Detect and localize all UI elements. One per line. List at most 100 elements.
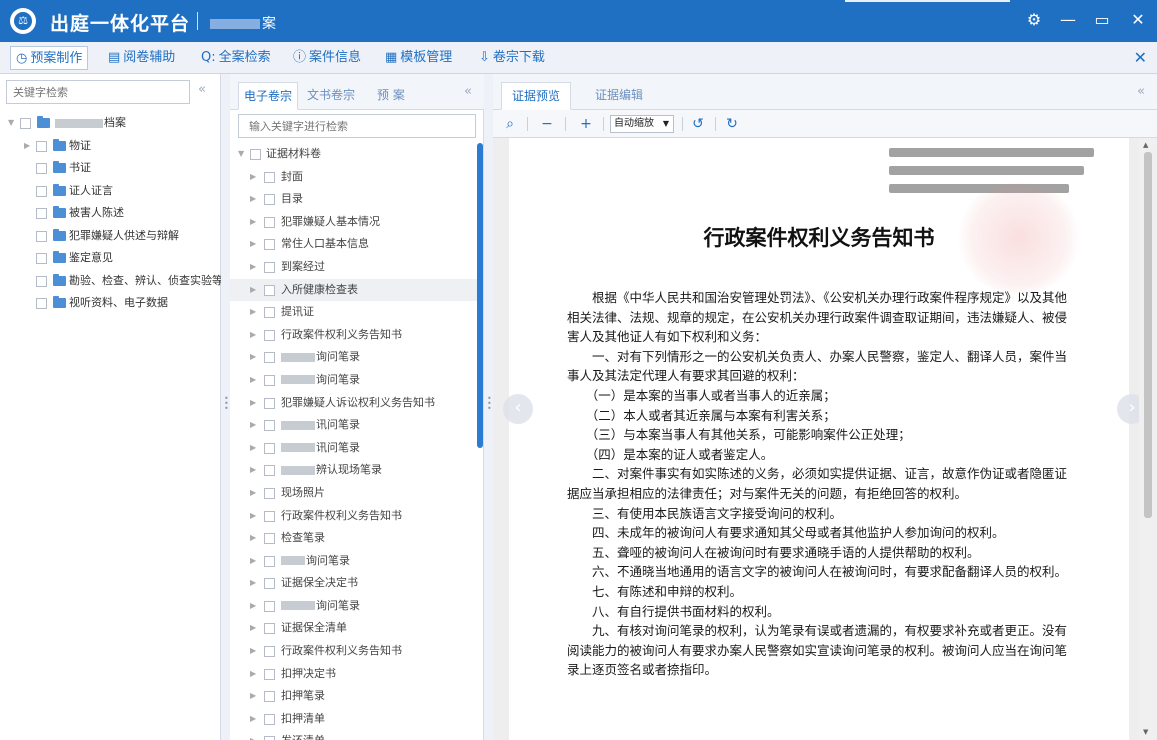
zoom-select[interactable]: 自动缩放 ▼ xyxy=(610,115,674,133)
checkbox[interactable] xyxy=(264,420,275,432)
list-item[interactable]: ▶ 询问笔录 xyxy=(230,346,478,369)
tree-item[interactable]: 视听资料、电子数据 xyxy=(0,292,221,315)
expand-right-icon[interactable]: ▶ xyxy=(250,369,256,392)
document-scrollbar[interactable]: ▲ ▼ xyxy=(1139,138,1157,740)
expand-down-icon[interactable]: ▼ xyxy=(238,143,244,166)
list-item[interactable]: ▶ 询问笔录 xyxy=(230,369,478,392)
list-item[interactable]: ▶ 犯罪嫌疑人诉讼权利义务告知书 xyxy=(230,392,478,415)
list-item[interactable]: ▶ 犯罪嫌疑人基本情况 xyxy=(230,211,478,234)
close-tab-icon[interactable]: ✕ xyxy=(1134,48,1147,68)
checkbox[interactable] xyxy=(264,261,275,273)
checkbox[interactable] xyxy=(264,284,275,296)
expand-right-icon[interactable]: ▶ xyxy=(250,437,256,460)
settings-icon[interactable]: ⚙ xyxy=(1021,8,1047,32)
checkbox[interactable] xyxy=(264,194,275,206)
list-item[interactable]: ▶ 行政案件权利义务告知书 xyxy=(230,640,478,663)
list-item[interactable]: ▶ 封面 xyxy=(230,166,478,189)
expand-right-icon[interactable]: ▶ xyxy=(250,233,256,256)
collapse-left-icon[interactable]: « xyxy=(198,82,206,97)
prev-page-button[interactable]: ‹ xyxy=(503,394,533,424)
expand-right-icon[interactable]: ▶ xyxy=(250,211,256,234)
checkbox[interactable] xyxy=(264,171,275,183)
checkbox[interactable] xyxy=(264,397,275,409)
tab-evidence-preview[interactable]: 证据预览 xyxy=(501,82,572,110)
tree-item[interactable]: 勘验、检查、辨认、侦查实验等 xyxy=(0,270,221,293)
tab-template-manage[interactable]: ▦ 模板管理 xyxy=(380,46,457,70)
expand-right-icon[interactable]: ▶ xyxy=(250,505,256,528)
close-window-button[interactable]: ✕ xyxy=(1125,8,1151,32)
list-item[interactable]: ▶ 扣押决定书 xyxy=(230,663,478,686)
minimize-button[interactable]: — xyxy=(1055,8,1081,32)
tree-item[interactable]: ▶ 物证 xyxy=(0,135,221,158)
checkbox[interactable] xyxy=(36,275,47,287)
tree-item[interactable]: 证人证言 xyxy=(0,180,221,203)
checkbox[interactable] xyxy=(264,668,275,680)
rotate-right-button[interactable]: ↻ xyxy=(723,114,741,134)
checkbox[interactable] xyxy=(250,149,261,160)
list-item[interactable]: ▶ 讯问笔录 xyxy=(230,414,478,437)
scroll-down-icon[interactable]: ▼ xyxy=(1143,728,1148,736)
list-item[interactable]: ▶ 讯问笔录 xyxy=(230,437,478,460)
checkbox[interactable] xyxy=(36,253,47,264)
checkbox[interactable] xyxy=(264,623,275,635)
tab-reading-assist[interactable]: ▤ 阅卷辅助 xyxy=(103,46,180,70)
tree-item[interactable]: 书证 xyxy=(0,157,221,180)
checkbox[interactable] xyxy=(264,442,275,454)
tab-case-plan[interactable]: ◷ 预案制作 xyxy=(10,46,89,70)
expand-right-icon[interactable]: ▶ xyxy=(250,550,256,573)
tree-root[interactable]: ▼ 证据材料卷 xyxy=(230,143,478,166)
list-item[interactable]: ▶ 扣押笔录 xyxy=(230,685,478,708)
tab-full-search[interactable]: Q: 全案检索 xyxy=(196,46,276,70)
tab-evidence-edit[interactable]: 证据编辑 xyxy=(585,82,653,110)
list-item[interactable]: ▶ 行政案件权利义务告知书 xyxy=(230,505,478,528)
list-item[interactable]: ▶ 提讯证 xyxy=(230,301,478,324)
list-item[interactable]: ▶ 行政案件权利义务告知书 xyxy=(230,324,478,347)
expand-right-icon[interactable]: ▶ xyxy=(250,166,256,189)
list-item[interactable]: ▶ 目录 xyxy=(230,188,478,211)
checkbox[interactable] xyxy=(264,307,275,319)
expand-right-icon[interactable]: ▶ xyxy=(250,256,256,279)
list-item[interactable]: ▶ 扣押清单 xyxy=(230,708,478,731)
expand-right-icon[interactable]: ▶ xyxy=(250,730,256,740)
tree-item[interactable]: 被害人陈述 xyxy=(0,202,221,225)
rotate-left-button[interactable]: ↺ xyxy=(689,114,707,134)
checkbox[interactable] xyxy=(264,555,275,567)
checkbox[interactable] xyxy=(36,185,47,197)
list-item-hovered[interactable]: ▶ 入所健康检查表 xyxy=(230,278,478,302)
left-splitter[interactable]: • • • xyxy=(221,74,230,740)
checkbox[interactable] xyxy=(264,533,275,545)
checkbox[interactable] xyxy=(264,600,275,612)
checkbox[interactable] xyxy=(264,578,275,590)
list-item[interactable]: ▶ 辨认现场笔录 xyxy=(230,459,478,482)
checkbox[interactable] xyxy=(264,487,275,499)
list-item[interactable]: ▶ 证据保全决定书 xyxy=(230,572,478,595)
collapse-middle-icon[interactable]: « xyxy=(464,84,472,99)
list-item[interactable]: ▶ 检查笔录 xyxy=(230,527,478,550)
checkbox[interactable] xyxy=(264,736,275,740)
checkbox[interactable] xyxy=(264,352,275,364)
checkbox[interactable] xyxy=(264,239,275,251)
expand-right-icon[interactable]: ▶ xyxy=(250,392,256,415)
expand-right-icon[interactable]: ▶ xyxy=(250,595,256,618)
tab-electronic-file[interactable]: 电子卷宗 xyxy=(238,82,299,110)
checkbox[interactable] xyxy=(36,140,47,152)
expand-right-icon[interactable]: ▶ xyxy=(250,301,256,324)
tab-plan[interactable]: 预 案 xyxy=(372,82,410,110)
tree-item[interactable]: 犯罪嫌疑人供述与辩解 xyxy=(0,225,221,248)
list-item[interactable]: ▶ 现场照片 xyxy=(230,482,478,505)
expand-right-icon[interactable]: ▶ xyxy=(250,279,256,302)
expand-right-icon[interactable]: ▶ xyxy=(250,188,256,211)
list-item[interactable]: ▶ 发还清单 xyxy=(230,730,478,740)
expand-right-icon[interactable]: ▶ xyxy=(250,459,256,482)
checkbox[interactable] xyxy=(36,163,47,174)
checkbox[interactable] xyxy=(264,713,275,725)
checkbox[interactable] xyxy=(264,374,275,386)
checkbox[interactable] xyxy=(264,465,275,477)
drag-handle-icon[interactable]: • • • xyxy=(487,395,492,416)
right-splitter[interactable]: • • • xyxy=(484,74,493,740)
checkbox[interactable] xyxy=(264,646,275,658)
list-item[interactable]: ▶ 到案经过 xyxy=(230,256,478,279)
list-item[interactable]: ▶ 询问笔录 xyxy=(230,595,478,618)
list-item[interactable]: ▶ 证据保全清单 xyxy=(230,617,478,640)
expand-right-icon[interactable]: ▶ xyxy=(250,617,256,640)
